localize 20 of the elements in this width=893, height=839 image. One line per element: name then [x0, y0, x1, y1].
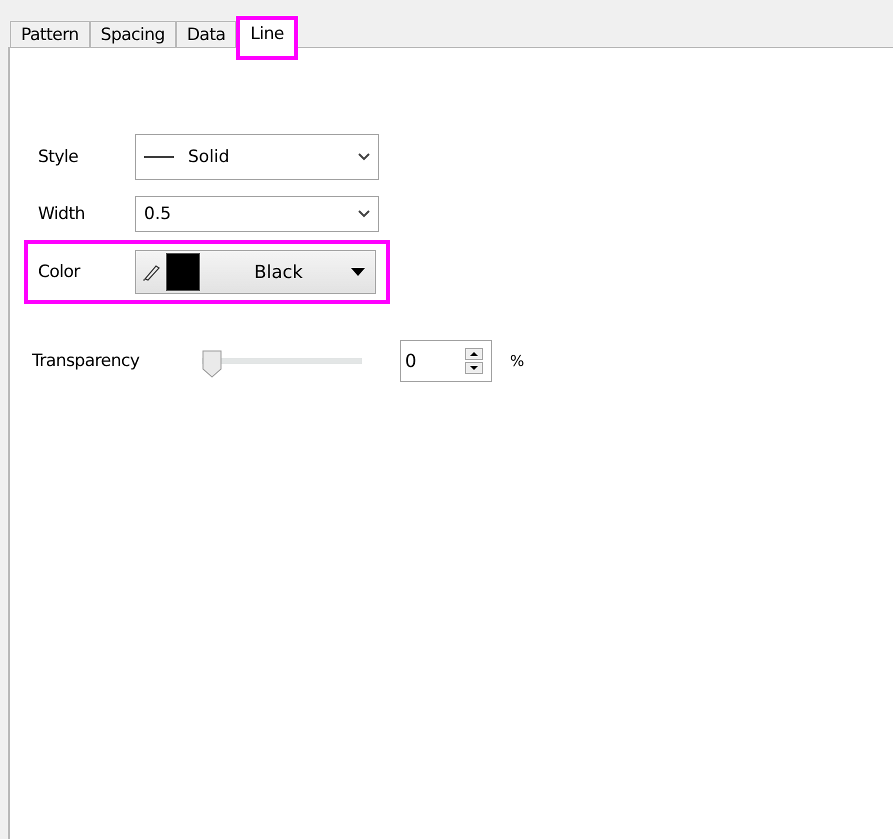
field-label: Width: [38, 204, 86, 224]
tab[interactable]: Spacing: [90, 21, 176, 47]
dropdown[interactable]: 0.5: [135, 196, 379, 232]
tab[interactable]: Line: [236, 16, 298, 60]
field-label: Style: [38, 147, 80, 167]
tab[interactable]: Data: [176, 21, 236, 47]
slider-thumb[interactable]: [202, 350, 222, 378]
unit-label: %: [510, 352, 524, 370]
tab[interactable]: Pattern: [10, 21, 90, 47]
chevron-down-icon: [358, 210, 370, 218]
field-label: Color: [38, 262, 82, 282]
number-field[interactable]: 0: [400, 340, 492, 382]
chevron-down-icon: [358, 153, 370, 161]
spin-up-icon[interactable]: [465, 348, 483, 360]
caret-icon: [351, 268, 365, 276]
field-label: Transparency: [32, 351, 140, 371]
spin-down-icon[interactable]: [465, 362, 483, 374]
color-dropdown[interactable]: Black: [135, 250, 376, 294]
pencil-icon: [142, 263, 162, 281]
dropdown[interactable]: Solid: [135, 134, 379, 180]
